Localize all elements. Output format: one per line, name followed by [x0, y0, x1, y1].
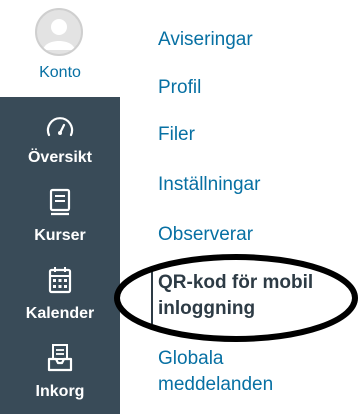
- sub-nav-label-line2: meddelanden: [158, 374, 274, 395]
- nav-item-label: Inkorg: [35, 383, 85, 400]
- global-navigation: Konto Översikt Kurser Kalender Inkorg: [0, 0, 120, 414]
- sub-nav-profile[interactable]: Profil: [158, 75, 201, 101]
- dashboard-gauge-icon: [44, 111, 76, 141]
- app-window: Konto Översikt Kurser Kalender Inkorg Av…: [0, 0, 362, 414]
- nav-item-label: Översikt: [27, 149, 93, 166]
- sub-nav-label-line1: QR-kod för mobil: [158, 272, 314, 293]
- nav-item-label: Kalender: [25, 305, 95, 322]
- sub-nav-settings[interactable]: Inställningar: [158, 172, 260, 198]
- account-nav-item[interactable]: Konto: [0, 0, 120, 97]
- nav-item-courses[interactable]: Kurser: [0, 183, 120, 261]
- nav-item-calendar[interactable]: Kalender: [0, 261, 120, 339]
- sub-nav-notifications[interactable]: Aviseringar: [158, 27, 253, 53]
- calendar-icon: [44, 266, 76, 296]
- book-icon: [44, 187, 76, 217]
- nav-item-label: Kurser: [34, 227, 86, 244]
- sub-nav-observing[interactable]: Observerar: [158, 222, 253, 248]
- user-avatar-icon: [35, 8, 83, 56]
- sub-nav-qr-login[interactable]: QR-kod för mobil inloggning: [158, 270, 313, 322]
- sub-nav-files[interactable]: Filer: [158, 122, 195, 148]
- nav-item-inbox[interactable]: Inkorg: [0, 339, 120, 414]
- inbox-icon: [44, 343, 76, 373]
- sub-nav-label-line1: Globala: [158, 348, 224, 369]
- sub-nav-global-announcements[interactable]: Globala meddelanden: [158, 346, 273, 398]
- active-indicator: [151, 268, 153, 324]
- global-nav-menu: Översikt Kurser Kalender Inkorg: [0, 97, 120, 414]
- account-label: Konto: [39, 64, 81, 81]
- nav-item-dashboard[interactable]: Översikt: [0, 105, 120, 183]
- sub-nav-label-line2: inloggning: [158, 298, 256, 319]
- account-sub-navigation: Aviseringar Profil Filer Inställningar O…: [120, 0, 362, 414]
